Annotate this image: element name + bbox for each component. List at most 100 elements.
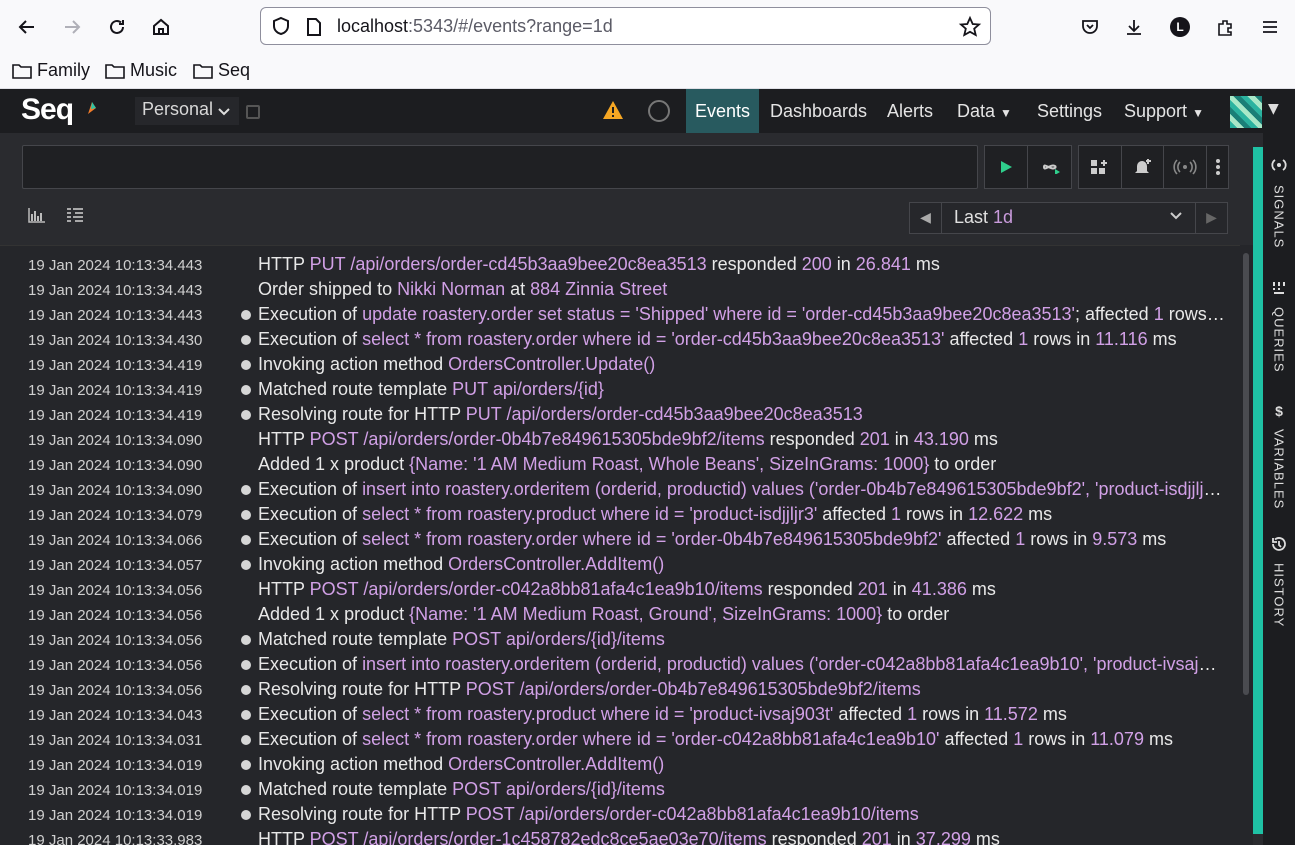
- run-query-button[interactable]: [985, 146, 1028, 188]
- event-property-value[interactable]: 11.572: [984, 704, 1038, 724]
- scrollbar-thumb[interactable]: [1243, 253, 1249, 695]
- url-bar[interactable]: localhost:5343/#/events?range=1d: [260, 7, 991, 45]
- event-property-value[interactable]: OrdersController.Update(): [448, 354, 655, 374]
- event-row[interactable]: 19 Jan 2024 10:13:34.090 HTTP POST /api/o…: [0, 427, 1240, 452]
- range-forward-button[interactable]: ▶: [1196, 203, 1227, 233]
- event-row[interactable]: 19 Jan 2024 10:13:33.983 HTTP POST /api/o…: [0, 827, 1240, 845]
- sidebar-tab-queries[interactable]: QUERIES: [1263, 281, 1295, 373]
- chevron-down-icon[interactable]: ▼: [1268, 101, 1279, 117]
- event-property-value[interactable]: OrdersController.AddItem(): [448, 554, 664, 574]
- event-property-value[interactable]: /api/orders/order-1c458782edc8ce5ae03e70…: [363, 829, 766, 845]
- download-icon[interactable]: [1117, 10, 1151, 44]
- event-property-value[interactable]: 1: [907, 704, 917, 724]
- extensions-icon[interactable]: [1208, 10, 1242, 44]
- event-property-value[interactable]: POST: [452, 779, 501, 799]
- reload-icon[interactable]: [100, 10, 134, 44]
- bookmark-music[interactable]: Music: [105, 60, 177, 81]
- nav-events[interactable]: Events: [686, 89, 760, 133]
- event-property-value[interactable]: PUT: [452, 379, 488, 399]
- event-property-value[interactable]: {Name: '1 AM Medium Roast, Ground', Size…: [409, 604, 882, 624]
- event-row[interactable]: 19 Jan 2024 10:13:34.019 Invoking action …: [0, 752, 1240, 777]
- event-row[interactable]: 19 Jan 2024 10:13:34.031 Execution of sel…: [0, 727, 1240, 752]
- event-property-value[interactable]: 1: [1013, 729, 1023, 749]
- seq-logo[interactable]: Seq: [21, 93, 74, 127]
- event-row[interactable]: 19 Jan 2024 10:13:34.056 Added 1 x produc…: [0, 602, 1240, 627]
- event-property-value[interactable]: /api/orders/order-c042a8bb81afa4c1ea9b10…: [519, 804, 918, 824]
- warning-icon[interactable]: [602, 100, 624, 120]
- event-property-value[interactable]: 12.622: [968, 504, 1023, 524]
- event-property-value[interactable]: 201: [862, 829, 892, 845]
- event-row[interactable]: 19 Jan 2024 10:13:34.443 Order shipped to…: [0, 277, 1240, 302]
- event-property-value[interactable]: POST: [452, 629, 501, 649]
- event-property-value[interactable]: POST: [310, 579, 359, 599]
- event-row[interactable]: 19 Jan 2024 10:13:34.056 HTTP POST /api/o…: [0, 577, 1240, 602]
- tail-button[interactable]: [1028, 146, 1071, 188]
- sidebar-tab-signals[interactable]: SIGNALS: [1263, 155, 1295, 248]
- event-property-value[interactable]: 9.573: [1092, 529, 1137, 549]
- event-property-value[interactable]: api/orders/{id}: [493, 379, 604, 399]
- event-property-value[interactable]: api/orders/{id}/items: [506, 629, 665, 649]
- nav-dashboards[interactable]: Dashboards: [770, 89, 867, 133]
- event-property-value[interactable]: select * from roastery.order where id = …: [362, 729, 939, 749]
- event-row[interactable]: 19 Jan 2024 10:13:34.066 Execution of sel…: [0, 527, 1240, 552]
- bookmark-seq[interactable]: Seq: [193, 60, 250, 81]
- back-icon[interactable]: [10, 10, 44, 44]
- event-property-value[interactable]: select * from roastery.product where id …: [362, 504, 817, 524]
- event-property-value[interactable]: select * from roastery.order where id = …: [362, 529, 941, 549]
- event-property-value[interactable]: 201: [860, 429, 890, 449]
- event-row[interactable]: 19 Jan 2024 10:13:34.056 Matched route te…: [0, 627, 1240, 652]
- event-row[interactable]: 19 Jan 2024 10:13:34.043 Execution of sel…: [0, 702, 1240, 727]
- event-property-value[interactable]: 43.190: [914, 429, 969, 449]
- event-property-value[interactable]: /api/orders/order-cd45b3aa9bee20c8ea3513: [350, 254, 706, 274]
- more-options-button[interactable]: [1207, 146, 1228, 188]
- sidebar-tab-variables[interactable]: $ VARIABLES: [1263, 403, 1295, 509]
- scrollbar[interactable]: [1240, 245, 1253, 845]
- event-property-value[interactable]: POST: [466, 804, 515, 824]
- url-text[interactable]: localhost:5343/#/events?range=1d: [337, 16, 613, 37]
- event-property-value[interactable]: 37.299: [916, 829, 971, 845]
- workspace-selector[interactable]: Personal: [135, 97, 239, 125]
- event-property-value[interactable]: insert into roastery.orderitem (orderid,…: [362, 479, 1226, 499]
- event-property-value[interactable]: api/orders/{id}/items: [506, 779, 665, 799]
- add-alert-button[interactable]: [1122, 146, 1165, 188]
- event-row[interactable]: 19 Jan 2024 10:13:34.419 Resolving route …: [0, 402, 1240, 427]
- event-property-value[interactable]: POST: [466, 679, 515, 699]
- event-property-value[interactable]: PUT: [310, 254, 346, 274]
- nav-settings[interactable]: Settings: [1037, 89, 1102, 133]
- nav-support[interactable]: Support ▼: [1124, 89, 1204, 133]
- event-row[interactable]: 19 Jan 2024 10:13:34.443 HTTP PUT /api/or…: [0, 252, 1240, 277]
- event-property-value[interactable]: 1: [1154, 304, 1164, 324]
- event-row[interactable]: 19 Jan 2024 10:13:34.019 Matched route te…: [0, 777, 1240, 802]
- range-dropdown[interactable]: Last 1d: [941, 203, 1196, 233]
- event-property-value[interactable]: /api/orders/order-c042a8bb81afa4c1ea9b10…: [363, 579, 762, 599]
- event-property-value[interactable]: 1: [891, 504, 901, 524]
- nav-alerts[interactable]: Alerts: [887, 89, 933, 133]
- pocket-icon[interactable]: [1073, 10, 1107, 44]
- event-property-value[interactable]: PUT: [466, 404, 502, 424]
- event-property-value[interactable]: /api/orders/order-cd45b3aa9bee20c8ea3513: [506, 404, 862, 424]
- search-input[interactable]: [22, 145, 978, 189]
- event-row[interactable]: 19 Jan 2024 10:13:34.057 Invoking action …: [0, 552, 1240, 577]
- event-property-value[interactable]: 26.841: [856, 254, 911, 274]
- event-property-value[interactable]: select * from roastery.product where id …: [362, 704, 833, 724]
- event-property-value[interactable]: 11.079: [1090, 729, 1144, 749]
- event-row[interactable]: 19 Jan 2024 10:13:34.430 Execution of sel…: [0, 327, 1240, 352]
- event-property-value[interactable]: 1: [1015, 529, 1025, 549]
- sidebar-tab-history[interactable]: HISTORY: [1263, 535, 1295, 627]
- shield-icon[interactable]: [271, 16, 291, 36]
- event-property-value[interactable]: 201: [858, 579, 888, 599]
- event-property-value[interactable]: update roastery.order set status = 'Ship…: [362, 304, 1075, 324]
- user-avatar[interactable]: [1230, 96, 1262, 128]
- event-property-value[interactable]: Nikki Norman: [397, 279, 505, 299]
- event-property-value[interactable]: {Name: '1 AM Medium Roast, Whole Beans',…: [409, 454, 929, 474]
- event-property-value[interactable]: OrdersController.AddItem(): [448, 754, 664, 774]
- histogram-icon[interactable]: [28, 207, 46, 223]
- event-property-value[interactable]: select * from roastery.order where id = …: [362, 329, 944, 349]
- event-row[interactable]: 19 Jan 2024 10:13:34.019 Resolving route …: [0, 802, 1240, 827]
- event-row[interactable]: 19 Jan 2024 10:13:34.419 Invoking action …: [0, 352, 1240, 377]
- bookmark-family[interactable]: Family: [12, 60, 90, 81]
- theme-toggle-icon[interactable]: [648, 100, 670, 122]
- event-row[interactable]: 19 Jan 2024 10:13:34.443 Execution of upd…: [0, 302, 1240, 327]
- event-row[interactable]: 19 Jan 2024 10:13:34.090 Added 1 x produc…: [0, 452, 1240, 477]
- home-icon[interactable]: [144, 10, 178, 44]
